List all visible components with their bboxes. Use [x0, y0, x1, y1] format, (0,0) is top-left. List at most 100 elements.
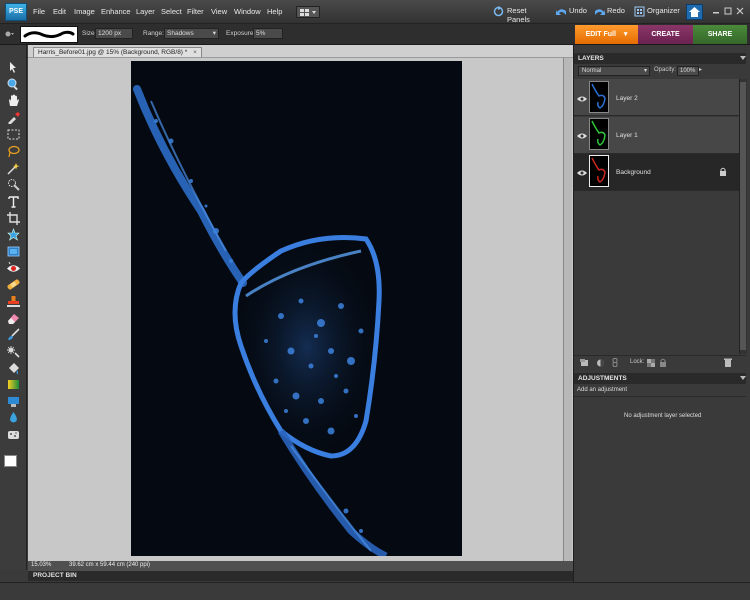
menu-file[interactable]: File	[33, 7, 45, 16]
menu-edit[interactable]: Edit	[53, 7, 66, 16]
undo-label: Undo	[569, 6, 587, 15]
project-bin-bar[interactable]	[28, 571, 573, 581]
layer-name-layer-1[interactable]: Layer 1	[616, 132, 638, 139]
rectangle-shape-icon	[8, 397, 19, 407]
zoom-level[interactable]: 15.03%	[31, 562, 51, 568]
menu-select[interactable]: Select	[161, 7, 182, 16]
minimize-button[interactable]	[712, 7, 720, 15]
redo-button[interactable]: Redo	[594, 5, 626, 19]
brush-preview[interactable]	[20, 26, 78, 43]
visibility-eye-icon[interactable]	[577, 132, 587, 140]
paint-bucket-icon	[9, 363, 19, 375]
adjustments-panel-menu[interactable]	[740, 375, 746, 381]
zoom-tool[interactable]	[6, 78, 21, 91]
shape-tool[interactable]	[6, 395, 21, 408]
menu-layer[interactable]: Layer	[136, 7, 155, 16]
menu-filter[interactable]: Filter	[187, 7, 204, 16]
new-adjustment-layer-icon[interactable]	[596, 359, 605, 367]
cookie-cutter-tool[interactable]	[6, 228, 21, 241]
menu-help[interactable]: Help	[267, 7, 282, 16]
menu-view[interactable]: View	[211, 7, 227, 16]
canvas-vertical-scrollbar[interactable]	[563, 58, 572, 561]
menu-window[interactable]: Window	[234, 7, 261, 16]
eyedropper-tool[interactable]	[6, 111, 21, 125]
reset-panels-button[interactable]: Reset Panels	[493, 5, 551, 24]
healing-brush-tool[interactable]	[6, 278, 21, 291]
range-select[interactable]: Shadows ▾	[164, 28, 219, 39]
delete-layer-icon[interactable]	[724, 358, 732, 367]
smart-brush-tool[interactable]	[6, 345, 21, 358]
document-tab-title: Harris_Before01.jpg @ 15% (Background, R…	[38, 49, 188, 56]
layers-panel-menu[interactable]	[740, 55, 746, 61]
no-adjustment-message: No adjustment layer selected	[624, 413, 702, 419]
magic-wand-tool[interactable]	[6, 162, 21, 175]
quick-selection-tool[interactable]	[6, 178, 21, 191]
lasso-tool[interactable]	[6, 145, 21, 158]
brush-tool[interactable]	[6, 328, 21, 341]
redo-label: Redo	[607, 6, 625, 15]
cookie-cutter-icon	[7, 228, 20, 241]
lock-all-icon[interactable]	[659, 358, 667, 367]
organizer-label: Organizer	[647, 6, 680, 15]
marquee-tool[interactable]	[6, 128, 21, 141]
workspace-layout-button[interactable]	[296, 6, 320, 18]
layer-name-background[interactable]: Background	[616, 169, 651, 176]
quick-selection-icon	[8, 179, 20, 191]
link-layers-icon[interactable]	[612, 358, 618, 367]
eraser-tool[interactable]	[6, 312, 21, 325]
clone-stamp-tool[interactable]	[6, 295, 21, 308]
paint-bucket-tool[interactable]	[6, 362, 21, 375]
panel-menu-icon	[740, 376, 746, 380]
home-button[interactable]	[686, 4, 703, 20]
exposure-input[interactable]: 5%	[253, 28, 283, 39]
sponge-tool[interactable]	[6, 428, 21, 441]
tab-edit-full-label: EDIT Full	[585, 31, 616, 38]
gradient-tool[interactable]	[6, 378, 21, 391]
tab-edit-full[interactable]: EDIT Full ▾	[575, 25, 638, 44]
new-layer-icon[interactable]	[580, 359, 589, 367]
undo-button[interactable]: Undo	[556, 5, 588, 19]
project-bin-area	[0, 582, 750, 600]
crop-tool[interactable]	[6, 212, 21, 225]
document-info: 39.62 cm x 59.44 cm (240 ppi)	[69, 562, 151, 568]
adjustments-panel-header[interactable]: ADJUSTMENTS	[574, 373, 746, 384]
type-tool[interactable]	[6, 195, 21, 208]
menu-image[interactable]: Image	[74, 7, 95, 16]
menu-enhance[interactable]: Enhance	[101, 7, 131, 16]
maximize-button[interactable]	[724, 7, 732, 15]
blur-tool[interactable]	[6, 411, 21, 424]
layer-name-layer-2[interactable]: Layer 2	[616, 95, 638, 102]
foreground-color-swatch[interactable]	[4, 455, 17, 467]
organizer-button[interactable]: Organizer	[634, 5, 680, 19]
tab-share[interactable]: SHARE	[693, 25, 747, 44]
layers-panel-header[interactable]: LAYERS	[574, 53, 746, 64]
tool-preset-picker[interactable]	[4, 30, 14, 38]
hand-tool[interactable]	[6, 94, 21, 107]
visibility-eye-icon[interactable]	[577, 169, 587, 177]
move-tool[interactable]	[6, 61, 21, 74]
zoom-icon	[7, 78, 18, 91]
layer-2-thumbnail-image	[591, 83, 606, 109]
opacity-slider-toggle[interactable]: ▸	[699, 66, 707, 76]
blend-mode-select[interactable]: Normal ▾	[578, 66, 650, 76]
visibility-eye-icon[interactable]	[577, 95, 587, 103]
red-eye-tool[interactable]	[6, 261, 21, 275]
close-tab-icon[interactable]: ×	[193, 49, 197, 56]
canvas-image[interactable]	[131, 61, 462, 556]
size-input[interactable]: 1200 px	[95, 28, 133, 39]
close-icon	[736, 7, 744, 15]
document-tab[interactable]: Harris_Before01.jpg @ 15% (Background, R…	[33, 47, 202, 57]
layers-scrollbar-thumb[interactable]	[740, 82, 746, 350]
range-select-value: Shadows	[167, 30, 194, 37]
close-button[interactable]	[736, 7, 744, 15]
layer-thumbnail-layer-1	[589, 118, 609, 150]
layout-grid-icon	[300, 9, 316, 16]
chevron-right-icon: ▸	[699, 67, 703, 73]
red-eye-icon	[7, 261, 20, 272]
water-drop-icon	[10, 412, 17, 423]
opacity-input[interactable]: 100%	[677, 66, 699, 76]
tab-create[interactable]: CREATE	[638, 25, 693, 44]
blend-mode-value: Normal	[582, 68, 602, 74]
lock-transparent-pixels-icon[interactable]	[647, 359, 655, 367]
straighten-tool[interactable]	[6, 245, 21, 258]
